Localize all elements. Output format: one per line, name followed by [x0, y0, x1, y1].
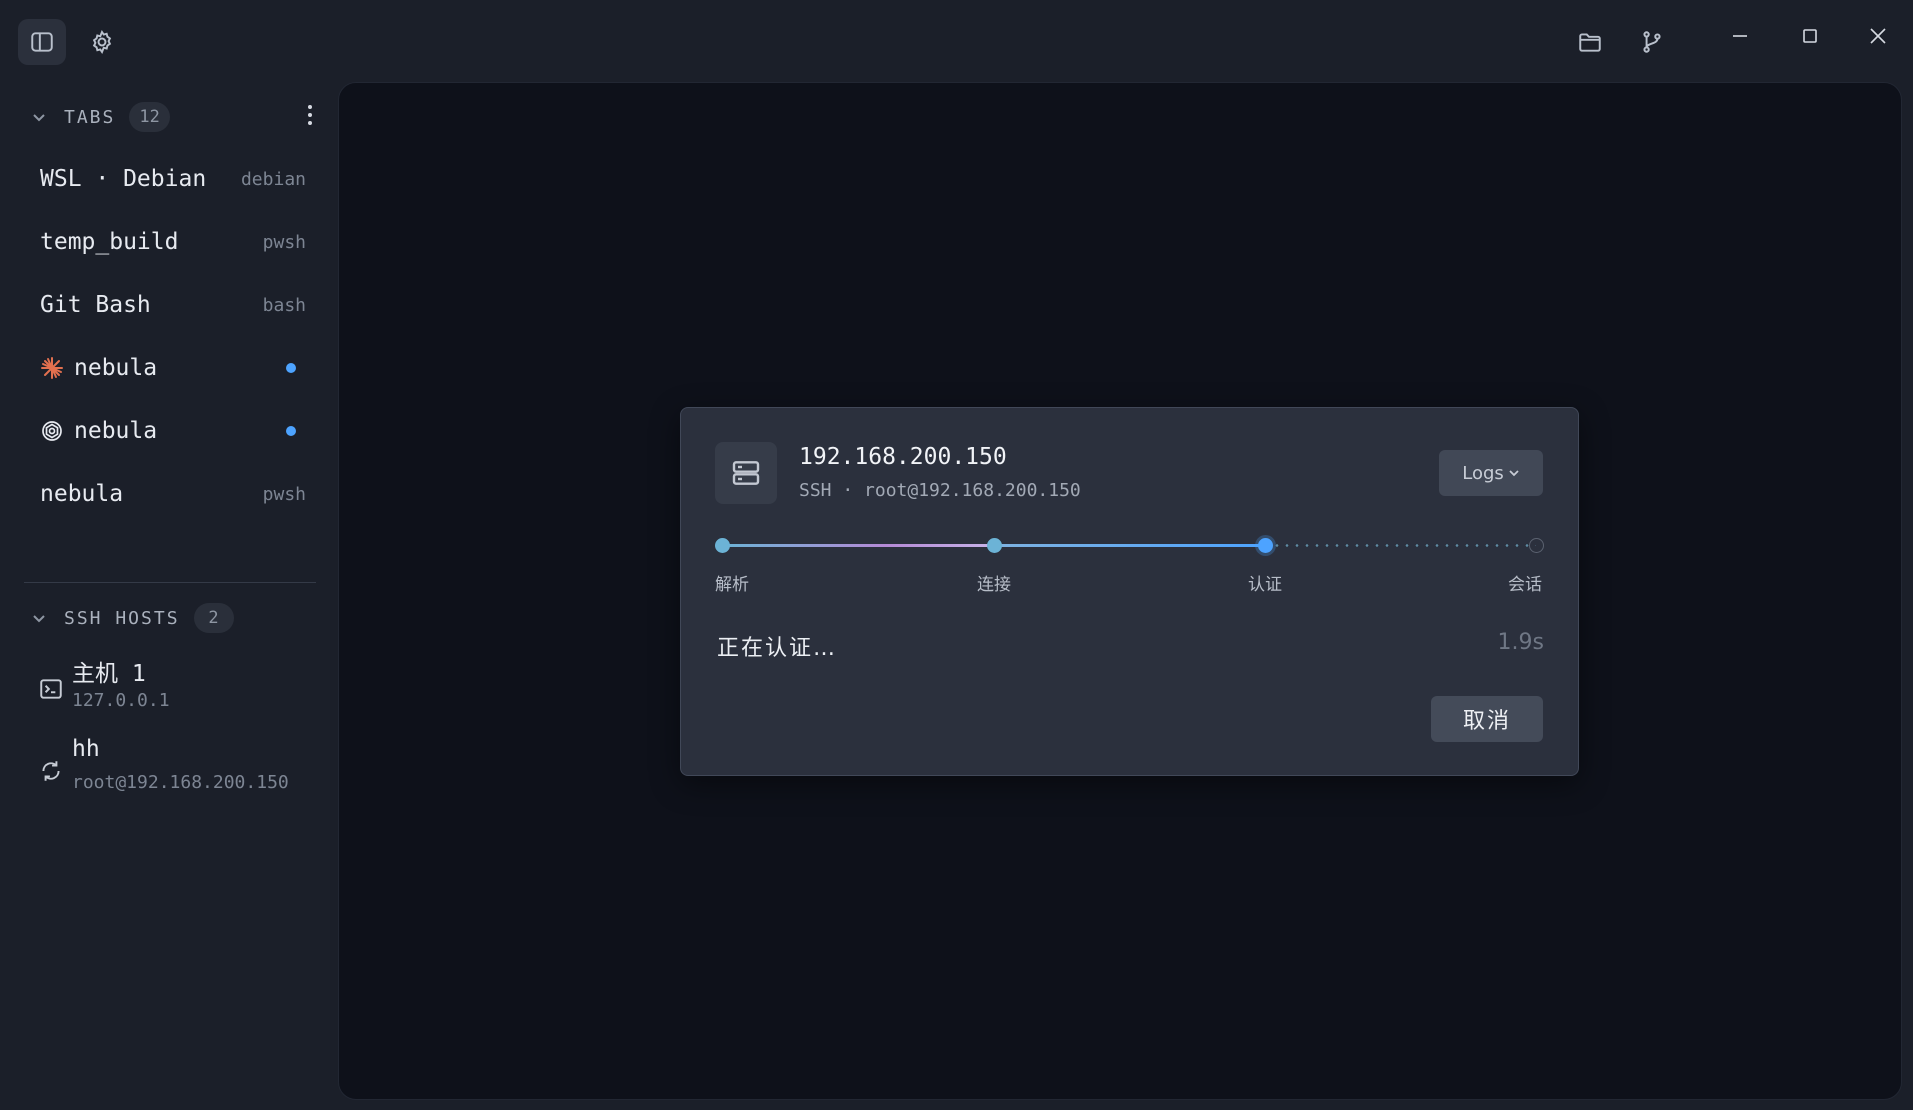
tab-shell: bash: [262, 294, 306, 316]
tab-label: WSL · Debian: [40, 166, 207, 192]
activity-dot: [286, 426, 296, 436]
connection-progress-steps: 解析 连接 认证 会话: [715, 532, 1544, 595]
tabs-more-button[interactable]: [300, 100, 320, 130]
minimize-button[interactable]: [1716, 18, 1764, 54]
tab-item-git-bash[interactable]: Git Bash bash: [24, 277, 320, 333]
sync-icon: [38, 758, 64, 784]
open-folder-button[interactable]: [1566, 19, 1614, 65]
step-dot-connect: [987, 538, 1002, 553]
ssh-host-item[interactable]: 主机 1 127.0.0.1: [24, 654, 320, 728]
more-dot: [308, 113, 312, 117]
claude-icon: [40, 356, 64, 380]
connection-status: 正在认证…: [717, 636, 838, 661]
terminal-icon: [38, 676, 64, 702]
sidebar-divider: [24, 582, 316, 583]
tab-label: temp_build: [40, 229, 179, 255]
folder-icon: [1579, 33, 1601, 52]
chevron-down-icon: [33, 615, 45, 623]
chevron-down-icon: [33, 114, 45, 122]
step-dot-resolve: [715, 538, 730, 553]
maximize-button[interactable]: [1786, 18, 1834, 54]
tab-label: nebula: [74, 355, 158, 381]
tab-label: Git Bash: [40, 292, 151, 318]
more-dot: [308, 105, 312, 109]
ssh-host-name: hh: [72, 736, 100, 762]
connection-host: 192.168.200.150: [799, 444, 1007, 470]
tab-label: nebula: [74, 418, 158, 444]
step-label: 连接: [977, 575, 1011, 595]
tab-item-nebula-openai[interactable]: nebula: [24, 403, 320, 459]
tab-shell: debian: [240, 168, 306, 190]
tab-item-nebula-pwsh[interactable]: nebula pwsh: [24, 466, 320, 522]
connection-dialog: 192.168.200.150 SSH · root@192.168.200.1…: [680, 407, 1579, 776]
close-icon: [1870, 28, 1886, 44]
cancel-button[interactable]: 取消: [1431, 696, 1543, 742]
tab-shell: pwsh: [262, 231, 306, 253]
close-window-button[interactable]: [1854, 18, 1902, 54]
sidebar-icon: [31, 32, 53, 52]
sidebar: TABS 12 WSL · Debian debian temp_build p…: [0, 82, 338, 1110]
progress-track-done: [994, 544, 1266, 547]
tab-item-temp-build[interactable]: temp_build pwsh: [24, 214, 320, 270]
tab-shell: pwsh: [262, 483, 306, 505]
logs-button[interactable]: Logs: [1439, 450, 1543, 496]
toggle-sidebar-button[interactable]: [18, 19, 66, 65]
step-label: 认证: [1248, 575, 1282, 595]
app-window: TABS 12 WSL · Debian debian temp_build p…: [0, 0, 1913, 1110]
gear-icon: [92, 30, 112, 54]
progress-track-pending: [1272, 544, 1536, 547]
openai-icon: [40, 419, 64, 443]
ssh-host-name: 主机 1: [72, 661, 146, 687]
server-icon: [715, 442, 777, 504]
maximize-icon: [1803, 29, 1817, 43]
git-branch-button[interactable]: [1628, 19, 1676, 65]
ssh-host-address: root@192.168.200.150: [72, 772, 289, 793]
ssh-hosts-section-header[interactable]: SSH HOSTS 2: [30, 603, 234, 633]
settings-button[interactable]: [78, 19, 126, 65]
step-dot-auth: [1258, 538, 1273, 553]
minimize-icon: [1733, 35, 1747, 37]
tab-label: nebula: [40, 481, 124, 507]
tab-item-wsl-debian[interactable]: WSL · Debian debian: [24, 151, 320, 207]
tab-item-nebula-claude[interactable]: nebula: [24, 340, 320, 396]
tabs-section-header[interactable]: TABS 12: [30, 102, 170, 132]
progress-track-done: [723, 544, 994, 547]
git-branch-icon: [1643, 31, 1661, 53]
ssh-host-item[interactable]: hh root@192.168.200.150: [24, 736, 320, 810]
step-label: 解析: [715, 575, 749, 595]
title-bar: [0, 0, 1913, 82]
ssh-host-address: 127.0.0.1: [72, 690, 170, 711]
tabs-count-badge: 12: [129, 102, 170, 132]
step-dot-session: [1529, 538, 1544, 553]
logs-label: Logs: [1462, 462, 1504, 484]
activity-dot: [286, 363, 296, 373]
elapsed-time: 1.9s: [1497, 630, 1544, 655]
ssh-hosts-count-badge: 2: [193, 603, 234, 633]
more-dot: [308, 121, 312, 125]
tabs-section-title: TABS: [64, 106, 116, 128]
chevron-down-icon: [1509, 470, 1519, 477]
connection-subtitle: SSH · root@192.168.200.150: [799, 480, 1081, 501]
ssh-hosts-section-title: SSH HOSTS: [64, 607, 180, 629]
step-label: 会话: [1508, 575, 1542, 595]
